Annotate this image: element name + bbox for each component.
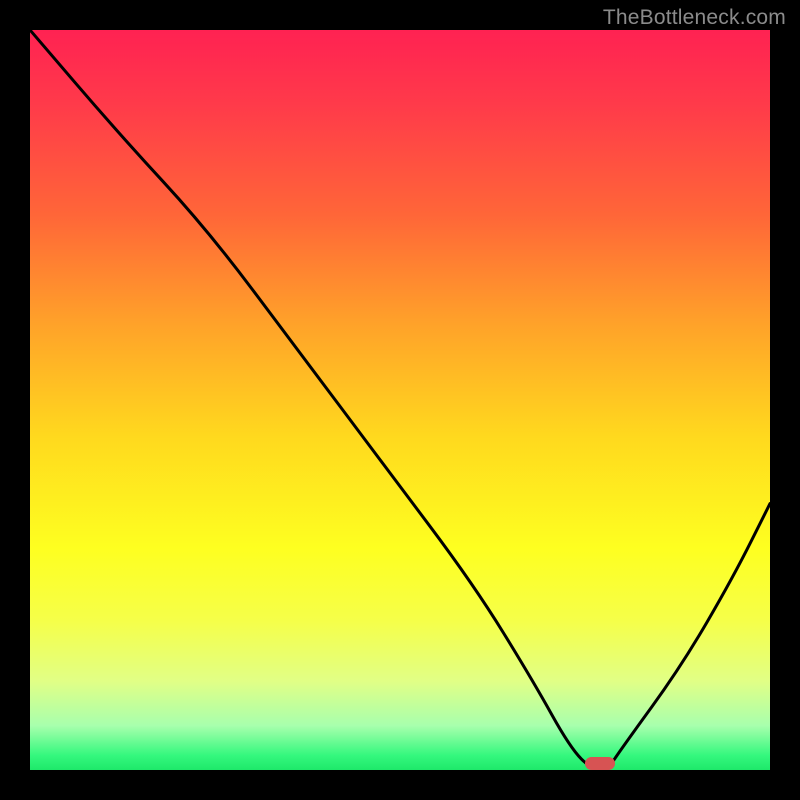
chart-container: TheBottleneck.com [0, 0, 800, 800]
plot-area [30, 30, 770, 770]
bottleneck-curve [30, 30, 770, 770]
watermark-text: TheBottleneck.com [603, 6, 786, 30]
minimum-marker [585, 757, 615, 770]
